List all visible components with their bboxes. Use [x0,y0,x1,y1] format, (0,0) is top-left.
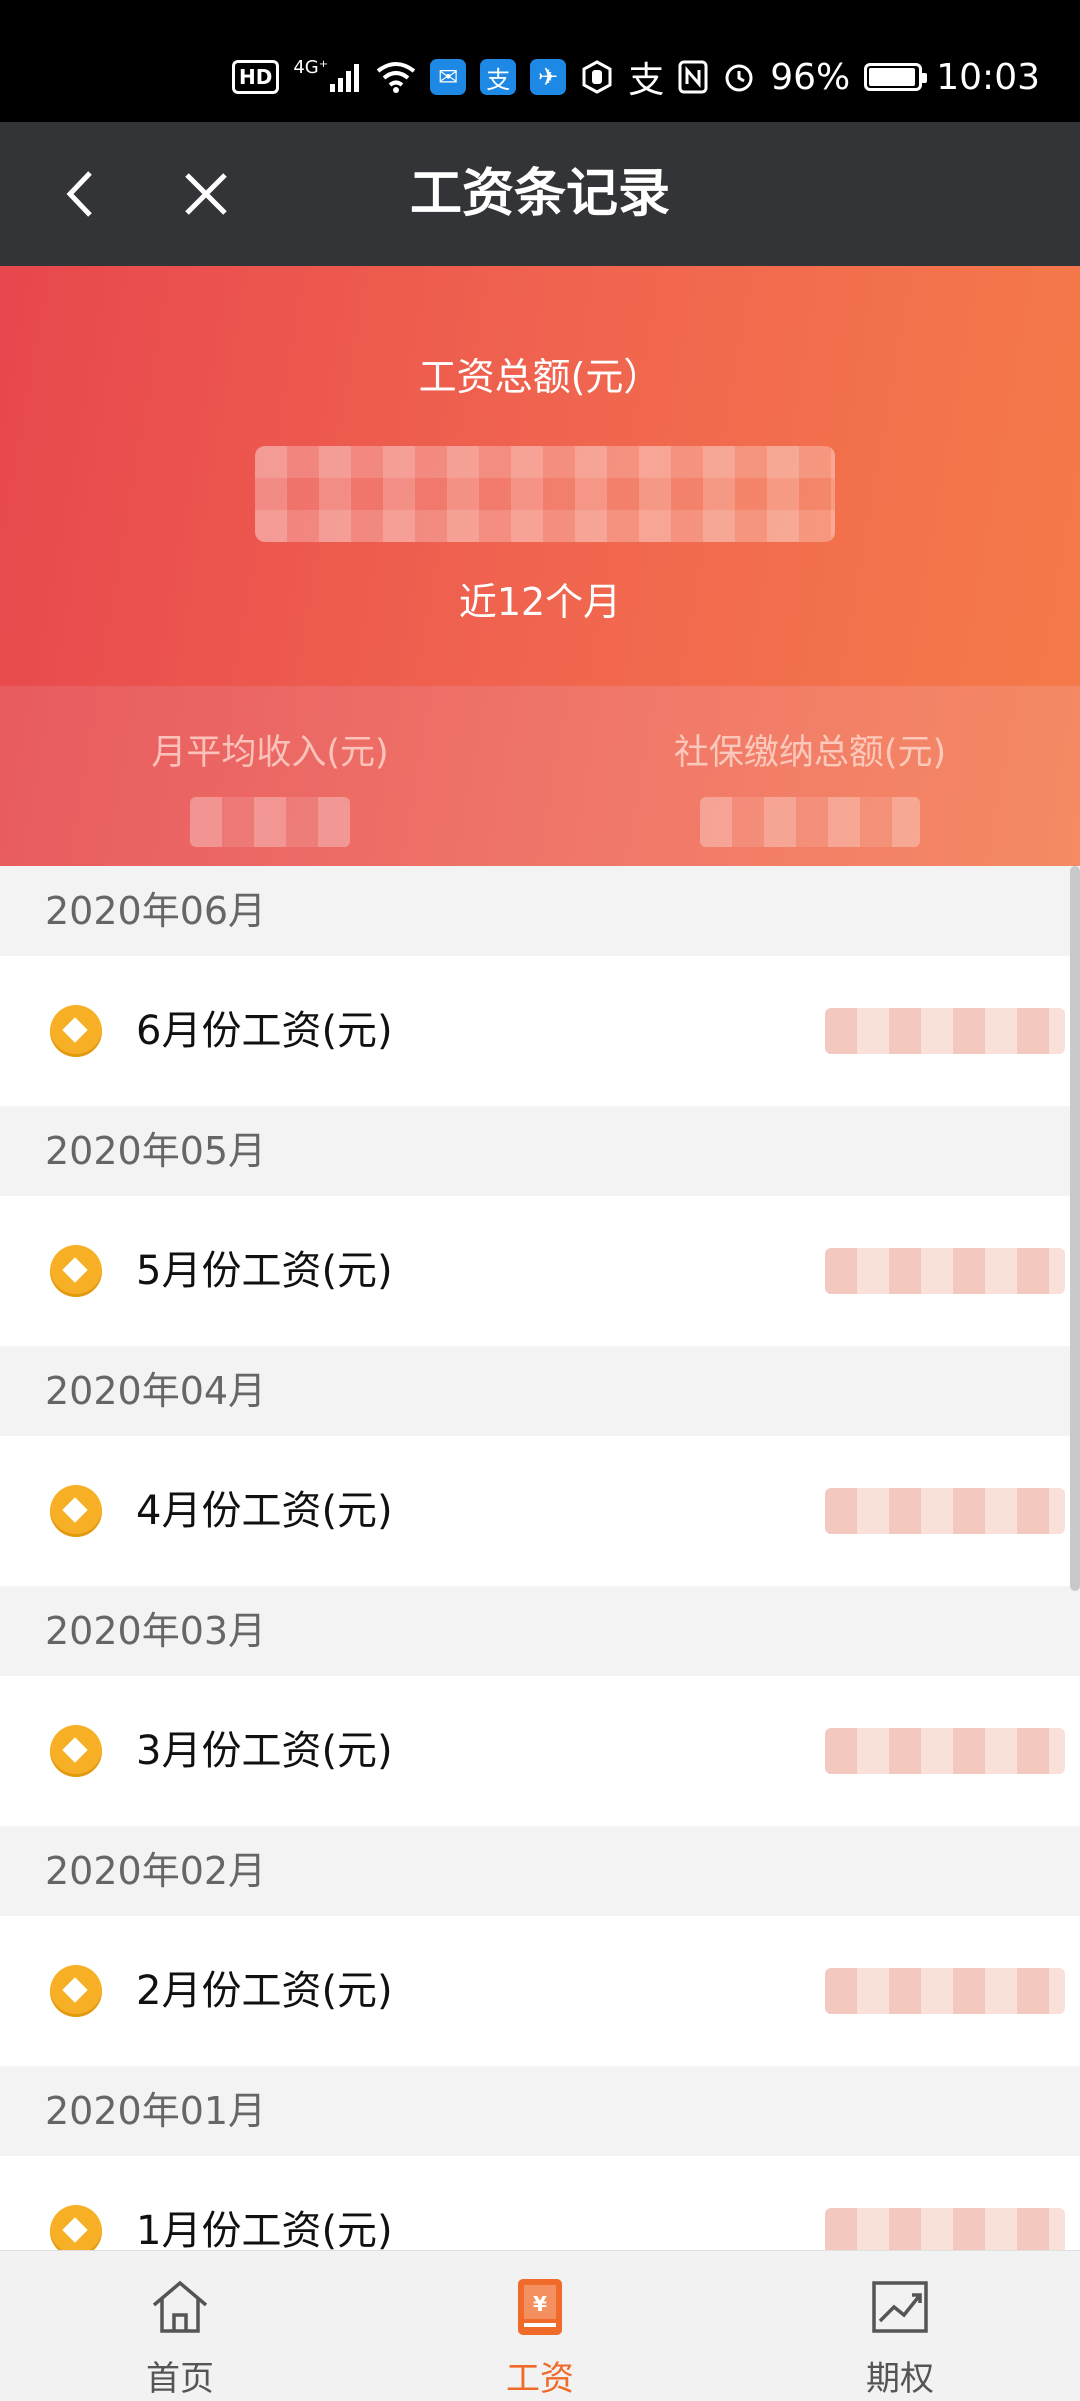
salary-row[interactable]: 6月份工资(元) [0,956,1080,1106]
nav-label-salary: 工资 [506,2359,574,2399]
salary-row-label: 3月份工资(元) [136,1728,393,1774]
summary-stats: 月平均收入(元) 社保缴纳总额(元) [0,686,1080,866]
battery-percent: 96% [770,56,851,98]
status-icons: HD 4G⁺ ✉ 支 ✈ 支 96% 10:03 [231,52,1040,102]
salary-amount-redacted [825,1728,1065,1774]
chart-icon [872,2281,928,2333]
salary-amount-redacted [825,1008,1065,1054]
month-header: 2020年02月 [0,1826,1080,1916]
bottom-nav: 首页 ¥ 工资 期权 [0,2250,1080,2401]
salary-row[interactable]: 3月份工资(元) [0,1676,1080,1826]
month-group: 2020年03月 3月份工资(元) [0,1586,1080,1826]
month-header: 2020年01月 [0,2066,1080,2156]
clock-time: 10:03 [936,56,1040,98]
signal-icon: 4G⁺ [293,57,362,95]
nav-label-home: 首页 [146,2359,214,2399]
hd-icon: HD [231,60,280,94]
social-security-value-redacted [700,797,920,847]
salary-row-label: 4月份工资(元) [136,1488,393,1534]
salary-row[interactable]: 2月份工资(元) [0,1916,1080,2066]
app-notification-icon: ✉ [430,59,467,95]
home-icon [152,2280,208,2333]
title-bar: 工资条记录 [0,122,1080,266]
salary-amount-redacted [825,1488,1065,1534]
battery-icon [864,63,928,91]
salary-amount-redacted [825,1248,1065,1294]
avg-income-stat: 月平均收入(元) [0,724,540,847]
month-header: 2020年03月 [0,1586,1080,1676]
nfc-icon [678,59,708,95]
month-header: 2020年04月 [0,1346,1080,1436]
total-salary-value-redacted [255,446,835,542]
month-group: 2020年02月 2月份工资(元) [0,1826,1080,2066]
alarm-icon [722,59,756,95]
coin-icon [50,1725,102,1777]
salary-row[interactable]: 5月份工资(元) [0,1196,1080,1346]
scrollbar[interactable] [1070,866,1080,1591]
alipay-char-icon: 支 [628,60,665,101]
coin-icon [50,1485,102,1537]
bird-app-icon: ✈ [530,59,567,95]
total-salary-label: 工资总额(元） [418,355,662,399]
salary-row-label: 2月份工资(元) [136,1968,393,2014]
nav-item-home[interactable]: 首页 [0,2251,360,2401]
page-title: 工资条记录 [409,164,670,224]
hand-icon [580,59,614,95]
salary-icon: ¥ [518,2279,562,2335]
wifi-icon [376,59,416,95]
coin-icon [50,1245,102,1297]
social-security-stat: 社保缴纳总额(元) [540,724,1080,847]
avg-income-value-redacted [190,797,350,847]
salary-amount-redacted [825,1968,1065,2014]
salary-amount-redacted [825,2208,1065,2254]
coin-icon [50,1005,102,1057]
coin-icon [50,1965,102,2017]
salary-row[interactable]: 4月份工资(元) [0,1436,1080,1586]
salary-row-label: 6月份工资(元) [136,1008,393,1054]
avg-income-label: 月平均收入(元) [151,733,389,773]
nav-item-options[interactable]: 期权 [720,2251,1080,2401]
month-group: 2020年06月 6月份工资(元) [0,866,1080,1106]
alipay-icon: 支 [480,59,517,95]
month-group: 2020年04月 4月份工资(元) [0,1346,1080,1586]
svg-text:¥: ¥ [533,2292,547,2316]
month-header: 2020年05月 [0,1106,1080,1196]
salary-summary: 工资总额(元） 近12个月 [0,266,1080,686]
nav-label-options: 期权 [866,2359,934,2399]
status-bar: HD 4G⁺ ✉ 支 ✈ 支 96% 10:03 [0,0,1080,122]
month-header: 2020年06月 [0,866,1080,956]
month-group: 2020年05月 5月份工资(元) [0,1106,1080,1346]
salary-row-label: 5月份工资(元) [136,1248,393,1294]
salary-record-list: 2020年06月 6月份工资(元) 2020年05月 5月份工资(元) 2020… [0,866,1080,2306]
period-label: 近12个月 [458,580,622,624]
social-security-label: 社保缴纳总额(元) [673,733,947,773]
nav-item-salary[interactable]: ¥ 工资 [360,2251,720,2401]
